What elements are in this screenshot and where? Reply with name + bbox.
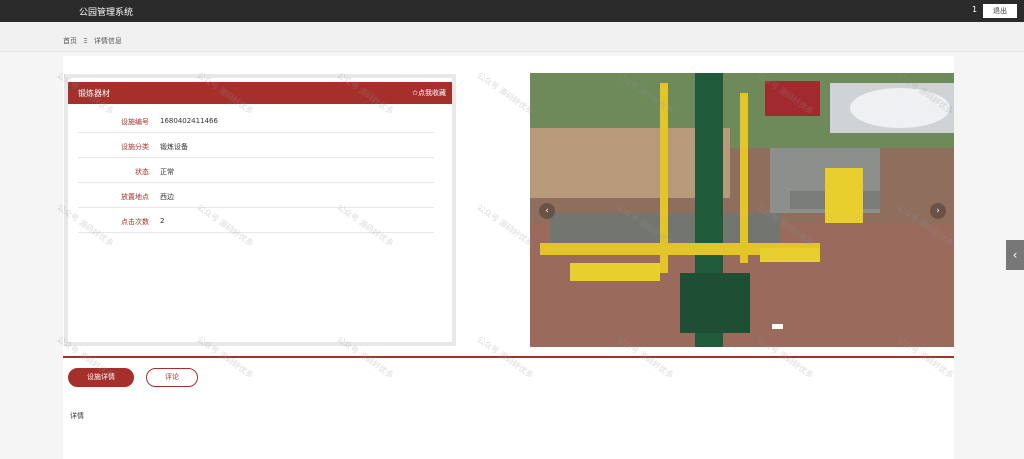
carousel-next-button[interactable]: › xyxy=(930,203,946,219)
field-row: 设施分类 锻炼设备 xyxy=(78,133,434,158)
chevron-left-icon[interactable]: ‹ xyxy=(1006,240,1024,270)
top-bar: 公园管理系统 1 退出 xyxy=(0,0,1024,22)
breadcrumb-separator: Ξ xyxy=(83,37,88,45)
header-band xyxy=(0,22,1024,52)
section-divider xyxy=(63,356,954,358)
field-value: 锻炼设备 xyxy=(160,143,188,151)
breadcrumb-home[interactable]: 首页 xyxy=(63,37,77,45)
equipment-photo xyxy=(530,73,954,347)
favorite-button[interactable]: ✩点我收藏 xyxy=(412,88,446,98)
logout-button[interactable]: 退出 xyxy=(983,4,1017,18)
details-heading: 详情 xyxy=(70,412,84,420)
field-label: 放置地点 xyxy=(121,193,149,201)
field-value: 2 xyxy=(160,217,165,225)
field-label: 设施分类 xyxy=(121,143,149,151)
carousel-indicator[interactable] xyxy=(772,324,783,329)
field-label: 设施编号 xyxy=(121,118,149,126)
field-value: 西边 xyxy=(160,193,174,201)
carousel-prev-button[interactable]: ‹ xyxy=(539,203,555,219)
app-title: 公园管理系统 xyxy=(79,8,134,18)
card-title: 锻炼器材 xyxy=(78,89,110,98)
field-row: 状态 正常 xyxy=(78,158,434,183)
tab-facility-details[interactable]: 设施详情 xyxy=(68,368,134,387)
field-row: 设施编号 1680402411466 xyxy=(78,108,434,133)
field-label: 点击次数 xyxy=(121,218,149,226)
field-value: 正常 xyxy=(160,168,174,176)
info-card: 锻炼器材 ✩点我收藏 设施编号 1680402411466 设施分类 锻炼设备 … xyxy=(64,74,456,346)
breadcrumb: 首页 Ξ 详情信息 xyxy=(63,36,126,46)
card-header: 锻炼器材 ✩点我收藏 xyxy=(68,82,452,104)
field-row: 点击次数 2 xyxy=(78,208,434,233)
user-id[interactable]: 1 xyxy=(972,5,977,14)
field-value: 1680402411466 xyxy=(160,117,218,125)
field-label: 状态 xyxy=(135,168,149,176)
field-row: 放置地点 西边 xyxy=(78,183,434,208)
tab-comments[interactable]: 评论 xyxy=(146,368,198,387)
equipment-image-carousel[interactable]: ‹ › xyxy=(530,73,954,347)
breadcrumb-current: 详情信息 xyxy=(93,37,122,45)
